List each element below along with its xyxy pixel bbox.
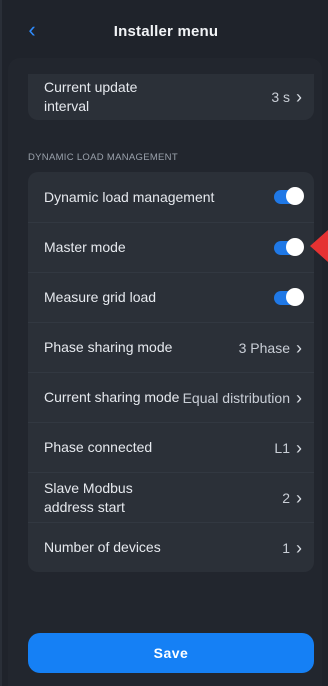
update-interval-card: Current update interval 3 s › [28, 74, 314, 120]
chevron-right-icon: › [296, 87, 302, 107]
toggle-knob [286, 237, 304, 256]
current-sharing-row[interactable]: Current sharing mode Equal distribution … [28, 372, 314, 422]
update-interval-value-group: 3 s › [271, 88, 302, 106]
dlm-label: Dynamic load management [44, 188, 215, 205]
header: ‹ Installer menu [2, 0, 328, 62]
number-devices-value: 1 [282, 539, 290, 556]
section-header-dlm: DYNAMIC LOAD MANAGEMENT [28, 152, 178, 163]
phase-sharing-row[interactable]: Phase sharing mode 3 Phase › [28, 322, 314, 372]
master-mode-toggle[interactable] [274, 237, 304, 256]
number-devices-row[interactable]: Number of devices 1 › [28, 522, 314, 572]
phase-connected-value-group: L1 › [274, 439, 302, 457]
measure-grid-label: Measure grid load [44, 289, 157, 305]
phase-connected-label: Phase connected [44, 439, 153, 455]
master-mode-row[interactable]: Master mode [28, 222, 314, 272]
phase-sharing-value-group: 3 Phase › [239, 339, 302, 357]
chevron-right-icon: › [296, 437, 302, 458]
slave-modbus-label: Slave Modbus address start [44, 479, 133, 515]
toggle-knob [286, 187, 304, 205]
current-sharing-value-group: Equal distribution › [183, 389, 302, 407]
update-interval-row[interactable]: Current update interval 3 s › [28, 74, 314, 120]
slave-modbus-row[interactable]: Slave Modbus address start 2 › [28, 472, 314, 522]
current-sharing-value: Equal distribution [182, 389, 290, 406]
master-mode-label: Master mode [44, 239, 126, 255]
chevron-right-icon: › [296, 487, 302, 508]
toggle-knob [286, 287, 304, 306]
chevron-right-icon: › [296, 387, 302, 408]
back-chevron-icon[interactable]: ‹ [20, 16, 44, 44]
save-button[interactable]: Save [28, 633, 314, 673]
phase-connected-row[interactable]: Phase connected L1 › [28, 422, 314, 472]
dlm-toggle[interactable] [274, 187, 304, 205]
slave-modbus-value-group: 2 › [282, 489, 302, 507]
measure-grid-row[interactable]: Measure grid load [28, 272, 314, 322]
phase-sharing-label: Phase sharing mode [44, 339, 173, 355]
dlm-toggle-row[interactable]: Dynamic load management [28, 172, 314, 222]
update-interval-value: 3 s [271, 89, 290, 105]
app-frame: ‹ Installer menu Current update interval… [0, 0, 328, 686]
phase-sharing-value: 3 Phase [238, 339, 290, 356]
slave-modbus-value: 2 [282, 489, 290, 506]
chevron-right-icon: › [296, 337, 302, 358]
update-interval-label: Current update interval [44, 79, 138, 114]
page-title: Installer menu [113, 22, 219, 40]
chevron-right-icon: › [296, 537, 302, 558]
red-pointer-arrow-icon [310, 230, 328, 262]
phase-connected-value: L1 [274, 439, 290, 456]
number-devices-value-group: 1 › [282, 539, 302, 557]
measure-grid-toggle[interactable] [274, 287, 304, 306]
dlm-card: Dynamic load management Master mode Meas… [28, 172, 314, 572]
current-sharing-label: Current sharing mode [44, 389, 180, 405]
number-devices-label: Number of devices [44, 539, 161, 555]
